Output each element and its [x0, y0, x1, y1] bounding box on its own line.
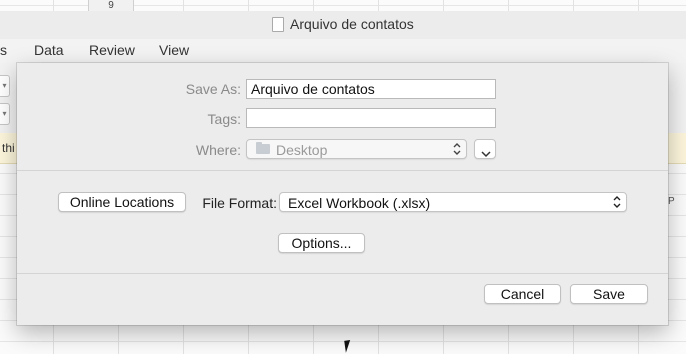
tags-input[interactable]	[246, 108, 496, 128]
tab-review[interactable]: Review	[89, 42, 135, 58]
expand-button[interactable]	[474, 139, 496, 159]
folder-icon	[256, 142, 270, 154]
chevron-down-icon	[481, 146, 491, 161]
tab-data[interactable]: Data	[34, 42, 64, 58]
info-bar-text: thi	[2, 141, 15, 155]
save-as-label: Save As:	[185, 81, 241, 97]
save-button[interactable]: Save	[570, 284, 648, 304]
section-divider	[17, 273, 668, 274]
save-dialog: Save As: Tags: Where: Desktop Online Loc…	[17, 63, 668, 325]
where-value: Desktop	[276, 142, 328, 158]
toolbar-stepper[interactable]: ▾	[0, 103, 10, 125]
cancel-button[interactable]: Cancel	[484, 284, 561, 304]
tab-view[interactable]: View	[159, 42, 189, 58]
column-header: P	[668, 196, 675, 207]
file-format-value: Excel Workbook (.xlsx)	[288, 195, 431, 211]
mouse-pointer-icon	[344, 339, 358, 353]
file-format-label: File Format:	[202, 195, 277, 211]
row-number: 9	[88, 0, 134, 11]
updown-chevron-icon	[453, 141, 461, 157]
window-title: Arquivo de contatos	[290, 16, 414, 32]
updown-chevron-icon	[613, 194, 621, 210]
where-popup[interactable]: Desktop	[246, 139, 467, 159]
save-as-input[interactable]	[246, 79, 496, 99]
options-button[interactable]: Options...	[278, 233, 365, 253]
tab-formulas-partial[interactable]: s	[0, 42, 7, 58]
where-label: Where:	[195, 142, 241, 158]
file-format-popup[interactable]: Excel Workbook (.xlsx)	[279, 192, 627, 212]
toolbar-dropdown[interactable]: ▾	[0, 75, 10, 97]
window-titlebar: Arquivo de contatos	[0, 11, 686, 40]
tags-label: Tags:	[207, 111, 241, 127]
section-divider	[17, 170, 668, 171]
ribbon-tabs: s Data Review View	[0, 39, 686, 63]
online-locations-button[interactable]: Online Locations	[58, 192, 186, 212]
document-icon	[272, 17, 284, 32]
